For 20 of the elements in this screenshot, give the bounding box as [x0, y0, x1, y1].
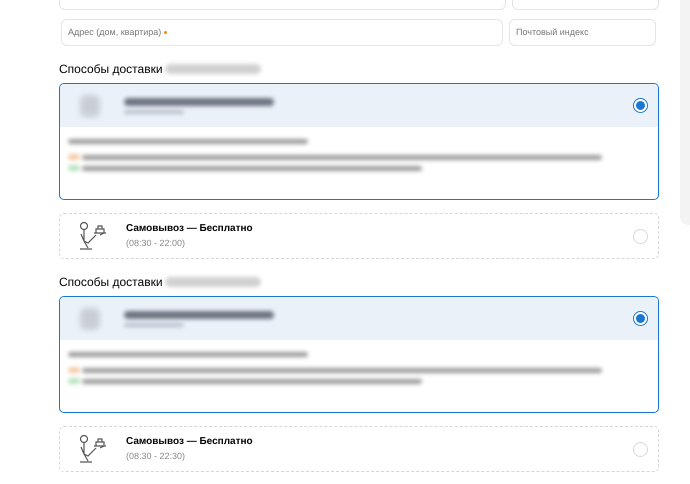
blurred-icon: [80, 94, 100, 116]
delivery-option[interactable]: [59, 296, 659, 413]
option-hours: (08:30 - 22:00): [126, 237, 186, 250]
option-hours: (08:30 - 22:30): [126, 450, 186, 464]
option-title: Самовывоз — Бесплатно: [126, 222, 254, 236]
section-heading: Способы доставки: [59, 61, 163, 78]
option-title: Самовывоз — Бесплатно: [126, 435, 254, 450]
delivery-option[interactable]: Самовывоз — Бесплатно (08:30 - 22:00): [59, 213, 659, 259]
section-heading: Способы доставки: [59, 274, 163, 291]
delivery-option[interactable]: [59, 83, 659, 200]
radio-button[interactable]: [633, 98, 648, 113]
input-field[interactable]: Адрес (дом, квартира): [61, 19, 503, 46]
blurred-text-drawing: [68, 378, 80, 384]
delivery-option[interactable]: Самовывоз — Бесплатно (08:30 - 22:30): [59, 426, 659, 472]
blurred-text-drawing: [68, 154, 80, 160]
input-field[interactable]: Почтовый индекс: [509, 19, 656, 46]
blurred-icon: [80, 308, 100, 330]
blurred-text-drawing: [68, 367, 80, 373]
blurred-text-drawing: [68, 165, 80, 171]
radio-button[interactable]: [633, 311, 648, 326]
